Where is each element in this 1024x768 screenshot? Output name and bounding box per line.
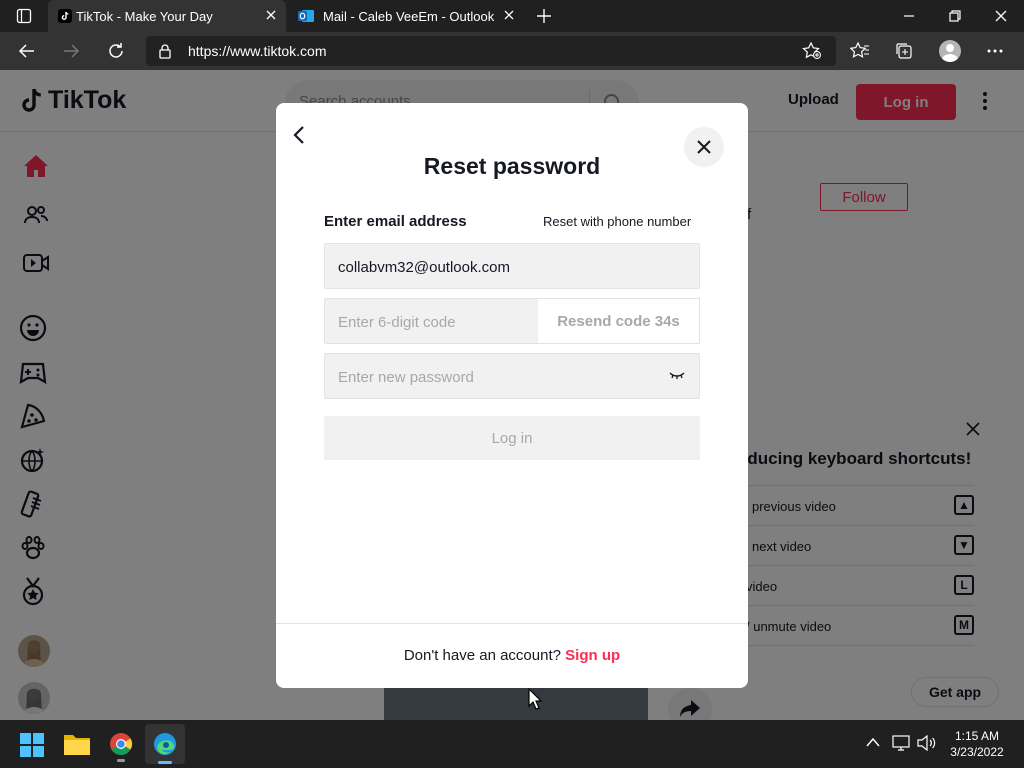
modal-title: Reset password	[423, 153, 601, 179]
more-options-icon[interactable]	[987, 49, 1003, 53]
email-value: collabvm32@outlook.com	[338, 259, 510, 276]
new-tab-icon[interactable]	[536, 8, 552, 24]
outlook-icon	[298, 9, 314, 23]
tab-outlook[interactable]: Mail - Caleb VeeEm - Outlook	[290, 0, 526, 32]
new-password-field[interactable]: Enter new password	[324, 353, 700, 399]
tab-title: TikTok - Make Your Day	[76, 9, 213, 24]
code-field[interactable]: Enter 6-digit code	[324, 298, 539, 344]
lock-icon[interactable]	[158, 43, 172, 59]
tab-title: Mail - Caleb VeeEm - Outlook	[323, 9, 495, 24]
time-text: 1:15 AM	[954, 729, 1000, 743]
back-arrow-icon[interactable]	[292, 125, 306, 145]
refresh-icon[interactable]	[107, 42, 125, 60]
active-indicator	[158, 761, 172, 764]
footer-divider	[276, 623, 748, 624]
tiktok-icon	[58, 9, 72, 23]
edge-taskbar-button[interactable]	[145, 724, 185, 764]
profile-avatar[interactable]	[939, 40, 961, 62]
windows-taskbar: 1:15 AM 3/23/2022	[0, 720, 1024, 768]
password-placeholder: Enter new password	[338, 369, 474, 386]
collections-icon[interactable]	[895, 42, 913, 60]
network-icon[interactable]	[892, 735, 910, 751]
volume-icon[interactable]	[917, 735, 937, 751]
browser-tab-bar: TikTok - Make Your Day Mail - Caleb VeeE…	[0, 0, 1024, 32]
close-window-icon[interactable]	[994, 9, 1008, 23]
edge-icon	[153, 732, 177, 756]
chrome-icon[interactable]	[109, 732, 133, 762]
close-tab-icon[interactable]	[264, 8, 278, 22]
url-text: https://www.tiktok.com	[188, 43, 327, 59]
show-hidden-icons-icon[interactable]	[866, 737, 880, 747]
reset-with-phone-link[interactable]: Reset with phone number	[543, 214, 691, 229]
mouse-cursor-icon	[528, 688, 542, 710]
tab-tiktok[interactable]: TikTok - Make Your Day	[48, 0, 286, 32]
code-placeholder: Enter 6-digit code	[338, 314, 456, 331]
browser-toolbar: https://www.tiktok.com	[0, 32, 1024, 70]
tab-actions-icon[interactable]	[16, 8, 32, 24]
file-explorer-icon[interactable]	[64, 733, 90, 755]
restore-icon[interactable]	[948, 9, 962, 23]
address-bar[interactable]: https://www.tiktok.com	[146, 36, 836, 66]
back-icon[interactable]	[18, 42, 36, 60]
forward-icon[interactable]	[62, 42, 80, 60]
clock[interactable]: 1:15 AM 3/23/2022	[946, 728, 1008, 760]
hide-password-icon[interactable]	[669, 371, 685, 381]
add-favorite-icon[interactable]	[802, 42, 822, 60]
login-button[interactable]: Log in	[324, 416, 700, 460]
favorites-icon[interactable]	[850, 42, 870, 60]
signup-link[interactable]: Sign up	[565, 647, 620, 664]
email-label: Enter email address	[324, 213, 467, 230]
date-text: 3/23/2022	[950, 745, 1004, 759]
signup-prompt-text: Don't have an account?	[403, 647, 561, 664]
signup-prompt: Don't have an account? Sign up	[276, 647, 748, 664]
email-field[interactable]: collabvm32@outlook.com	[324, 243, 700, 289]
close-tab-icon[interactable]	[502, 8, 516, 22]
start-button-icon[interactable]	[20, 733, 44, 757]
resend-code-button[interactable]: Resend code 34s	[538, 298, 700, 344]
minimize-icon[interactable]	[902, 9, 916, 23]
running-indicator	[117, 759, 125, 762]
reset-password-modal: Reset password Enter email address Reset…	[276, 103, 748, 688]
